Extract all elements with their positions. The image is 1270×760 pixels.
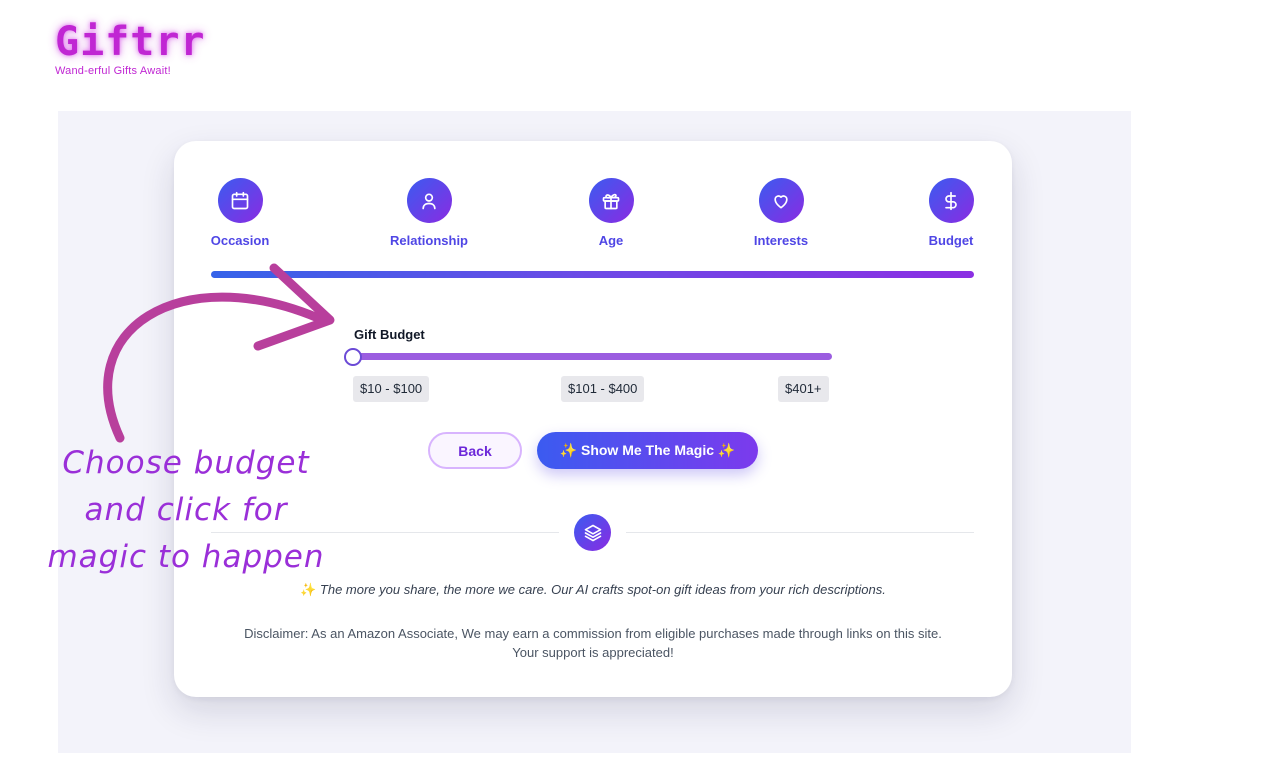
annotation-text: Choose budget and click for magic to hap… [46,440,326,581]
annotation-line-1: Choose budget [62,445,310,481]
annotation-line-3: magic to happen [47,539,325,575]
page: Giftrr Wand-erful Gifts Await! Occasion … [0,0,1270,760]
annotation-line-2: and click for [84,492,288,528]
annotation-arrow-icon [103,263,335,443]
